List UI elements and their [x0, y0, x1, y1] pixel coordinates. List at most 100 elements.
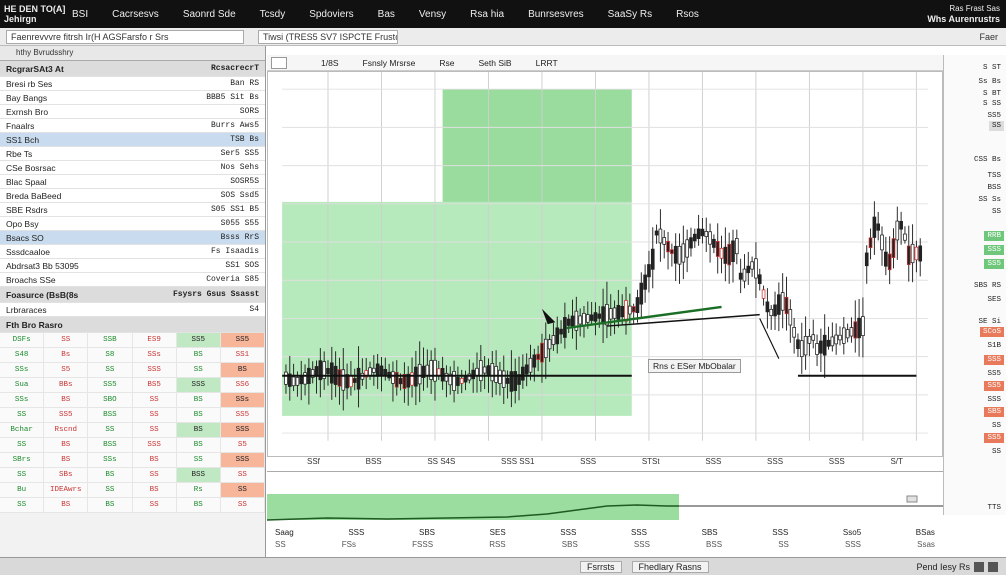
candle-body	[765, 301, 770, 313]
candle-body	[643, 274, 647, 290]
candle-body	[807, 335, 812, 344]
price-chart[interactable]	[267, 71, 943, 457]
price-scale[interactable]: S ST Ss Bs S BT S SS SS5 SS CSS Bs TSS BSS SS Ss S…	[943, 55, 1006, 515]
status-tab-1[interactable]: Fhedlary Rasns	[631, 560, 709, 573]
watchlist-row[interactable]: Exrnsh Bro SORS	[0, 105, 265, 119]
watchlist-row[interactable]: Bay Bangs BBB5 Sit Bs	[0, 91, 265, 105]
watchlist-row[interactable]: Bresi rb Ses Ban RS	[0, 77, 265, 91]
grid-cell: SSs	[132, 348, 177, 363]
indicator-label: SSS	[348, 528, 365, 537]
grid-cell: BS	[88, 498, 133, 513]
candle-body	[819, 340, 823, 354]
candle-body	[914, 246, 919, 261]
candle-body	[681, 243, 686, 263]
menu-item-4[interactable]: Spdoviers	[297, 9, 365, 20]
x-axis-label: S/T	[890, 457, 903, 466]
candle-body	[719, 247, 724, 259]
chart-header-item-4[interactable]: LRRT	[536, 58, 558, 68]
grid-cell: SS	[0, 438, 45, 453]
candle-body	[394, 371, 399, 388]
chart-header-item-3[interactable]: Seth SiB	[479, 58, 512, 68]
grid-cell: SS	[176, 363, 221, 378]
watchlist-row[interactable]: Opo Bsy S055 S55	[0, 217, 265, 231]
candle-body	[578, 315, 582, 325]
candle-body	[872, 216, 877, 238]
chart-header-item-1[interactable]: Fsnsly Mrsrse	[363, 58, 416, 68]
candle-body	[903, 233, 907, 241]
grid-cell: BS	[44, 438, 89, 453]
watchlist-row[interactable]: Blac Spaal SOSR5S	[0, 175, 265, 189]
menu-item-7[interactable]: Rsa hia	[458, 9, 516, 20]
row-label: Lrbraraces	[6, 304, 47, 315]
row-label: RcgrarSAt3 At	[6, 63, 64, 74]
chart-menu-button[interactable]	[271, 56, 287, 69]
grid-cell: SSs	[88, 453, 133, 468]
menu-item-9[interactable]: SaaSy Rs	[596, 9, 664, 20]
chart-legend: Rns c ESer MbObalar	[648, 359, 741, 373]
menu-item-8[interactable]: Bunrsesvres	[516, 9, 596, 20]
candle-body	[838, 334, 842, 341]
grid-cell: SSS	[176, 378, 221, 393]
chart-header-item-2[interactable]: Rse	[439, 58, 454, 68]
watchlist-row[interactable]: SBE Rsdrs S05 SS1 B5	[0, 203, 265, 217]
row-value: Ser5 SS5	[220, 149, 259, 158]
account-top: Ras Frast Sas	[949, 4, 1000, 13]
grid-cell: S48	[0, 348, 45, 363]
watchlist-row[interactable]: Fnaalrs Burrs Aws5	[0, 119, 265, 133]
watchlist-row[interactable]: SS1 Bch TSB Bs	[0, 133, 265, 147]
price-scale-label: SS	[991, 208, 1001, 216]
menu-item-10[interactable]: Rsos	[664, 9, 711, 20]
watchlist-row[interactable]: Broachs SSe Coveria S85	[0, 273, 265, 287]
menu-item-0[interactable]: BSI	[60, 9, 100, 20]
candle-body	[291, 376, 296, 387]
menu-item-3[interactable]: Tcsdy	[248, 9, 298, 20]
candle-body	[543, 338, 548, 359]
menu-item-5[interactable]: Bas	[366, 9, 407, 20]
candle-body	[509, 371, 514, 392]
candle-body	[356, 367, 361, 390]
watchlist-row[interactable]: RcgrarSAt3 At RcsacrecrT	[0, 61, 265, 77]
status-square-icon	[974, 561, 984, 572]
indicator-label: Sso5	[842, 528, 862, 537]
watchlist-row[interactable]: Foasurce (BsB(8s Fsysrs Gsus Ssasst	[0, 287, 265, 303]
grid-cell: BS	[176, 408, 221, 423]
x-axis-label: SSS	[580, 457, 597, 466]
grid-cell: SS	[88, 423, 133, 438]
grid-cell: BS	[132, 453, 177, 468]
watchlist-row[interactable]: Lrbraraces S4	[0, 303, 265, 317]
row-label: Fnaalrs	[6, 120, 35, 131]
watchlist-row[interactable]: Bsacs SO Bsss RrS	[0, 231, 265, 245]
candle-body	[635, 297, 640, 313]
grid-cell: BS	[220, 363, 265, 378]
candle-body	[471, 369, 475, 380]
watchlist-row[interactable]: Sssdcaaloe Fs Isaadis	[0, 245, 265, 259]
candle-body	[673, 245, 678, 264]
watchlist-row[interactable]: Abdrsat3 Bb 53095 SS1 SOS	[0, 259, 265, 273]
candle-body	[486, 365, 491, 376]
row-label: Bresi rb Ses	[6, 78, 53, 89]
grid-cell: BS	[176, 348, 221, 363]
menu-item-6[interactable]: Vensy	[407, 9, 458, 20]
watchlist-row[interactable]: Rbe Ts Ser5 SS5	[0, 147, 265, 161]
watchlist-row[interactable]: CSe Bosrsac Nos Sehs	[0, 161, 265, 175]
status-tab-0[interactable]: Fsrrsts	[580, 560, 622, 573]
grid-cell: S5	[220, 438, 265, 453]
candle-body	[784, 296, 789, 315]
symbol-search-field[interactable]: Faenrevvvre fitrsh Ir(H AGSFarsfo r Srs	[6, 29, 244, 44]
candle-body	[654, 230, 659, 236]
candle-body	[555, 327, 560, 345]
candle-body	[899, 220, 903, 230]
price-scale-label: SS5	[984, 381, 1004, 391]
candle-body	[750, 261, 754, 270]
chart-header-item-0[interactable]: 1/8S	[321, 58, 339, 68]
candle-body	[868, 237, 873, 249]
timeframe-field[interactable]: Tiwsi (TRES5 SV7 ISPCTE Frustci	[258, 29, 398, 44]
watchlist-row[interactable]: Breda BaBeed SOS Ssd5	[0, 189, 265, 203]
candle-body	[841, 327, 846, 344]
grid-cell: Rs	[176, 483, 221, 498]
menu-item-1[interactable]: Cacrsesvs	[100, 9, 171, 20]
menu-item-2[interactable]: Saonrd Sde	[171, 9, 248, 20]
toolbar-right-label[interactable]: Faer	[979, 32, 998, 42]
price-scale-label: S SS	[982, 100, 1001, 108]
grid-cell: SS	[220, 483, 265, 498]
